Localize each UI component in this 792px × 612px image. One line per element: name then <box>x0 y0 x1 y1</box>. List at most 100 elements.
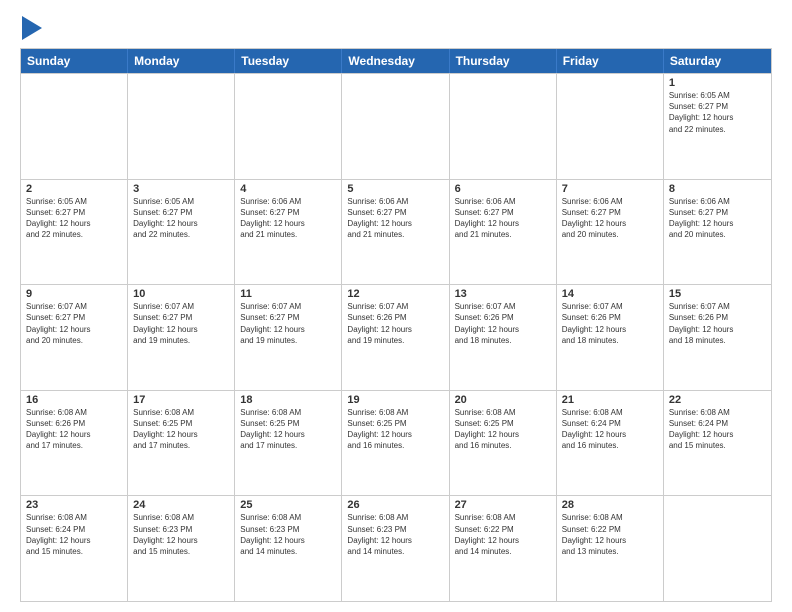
day-info: Sunrise: 6:08 AM Sunset: 6:25 PM Dayligh… <box>133 407 229 452</box>
calendar-body: 1Sunrise: 6:05 AM Sunset: 6:27 PM Daylig… <box>21 73 771 601</box>
day-info: Sunrise: 6:07 AM Sunset: 6:26 PM Dayligh… <box>347 301 443 346</box>
calendar-day-10: 10Sunrise: 6:07 AM Sunset: 6:27 PM Dayli… <box>128 285 235 390</box>
calendar-day-3: 3Sunrise: 6:05 AM Sunset: 6:27 PM Daylig… <box>128 180 235 285</box>
calendar-day-16: 16Sunrise: 6:08 AM Sunset: 6:26 PM Dayli… <box>21 391 128 496</box>
calendar-day-27: 27Sunrise: 6:08 AM Sunset: 6:22 PM Dayli… <box>450 496 557 601</box>
calendar-day-22: 22Sunrise: 6:08 AM Sunset: 6:24 PM Dayli… <box>664 391 771 496</box>
weekday-header-thursday: Thursday <box>450 49 557 73</box>
calendar-day-empty <box>557 74 664 179</box>
day-number: 23 <box>26 499 122 511</box>
day-number: 18 <box>240 394 336 406</box>
weekday-header-wednesday: Wednesday <box>342 49 449 73</box>
day-info: Sunrise: 6:08 AM Sunset: 6:25 PM Dayligh… <box>240 407 336 452</box>
calendar-day-18: 18Sunrise: 6:08 AM Sunset: 6:25 PM Dayli… <box>235 391 342 496</box>
calendar-day-8: 8Sunrise: 6:06 AM Sunset: 6:27 PM Daylig… <box>664 180 771 285</box>
day-info: Sunrise: 6:07 AM Sunset: 6:26 PM Dayligh… <box>669 301 766 346</box>
calendar-day-4: 4Sunrise: 6:06 AM Sunset: 6:27 PM Daylig… <box>235 180 342 285</box>
calendar-day-empty <box>342 74 449 179</box>
calendar-day-2: 2Sunrise: 6:05 AM Sunset: 6:27 PM Daylig… <box>21 180 128 285</box>
day-info: Sunrise: 6:07 AM Sunset: 6:26 PM Dayligh… <box>562 301 658 346</box>
calendar: SundayMondayTuesdayWednesdayThursdayFrid… <box>20 48 772 602</box>
day-info: Sunrise: 6:08 AM Sunset: 6:23 PM Dayligh… <box>133 512 229 557</box>
day-number: 17 <box>133 394 229 406</box>
day-number: 5 <box>347 183 443 195</box>
day-info: Sunrise: 6:08 AM Sunset: 6:25 PM Dayligh… <box>347 407 443 452</box>
calendar-row-4: 16Sunrise: 6:08 AM Sunset: 6:26 PM Dayli… <box>21 390 771 496</box>
calendar-day-13: 13Sunrise: 6:07 AM Sunset: 6:26 PM Dayli… <box>450 285 557 390</box>
calendar-row-2: 2Sunrise: 6:05 AM Sunset: 6:27 PM Daylig… <box>21 179 771 285</box>
day-number: 19 <box>347 394 443 406</box>
weekday-header-monday: Monday <box>128 49 235 73</box>
day-info: Sunrise: 6:07 AM Sunset: 6:27 PM Dayligh… <box>133 301 229 346</box>
day-number: 16 <box>26 394 122 406</box>
day-info: Sunrise: 6:07 AM Sunset: 6:27 PM Dayligh… <box>26 301 122 346</box>
logo-icon <box>22 16 42 40</box>
day-info: Sunrise: 6:08 AM Sunset: 6:23 PM Dayligh… <box>347 512 443 557</box>
weekday-header-sunday: Sunday <box>21 49 128 73</box>
weekday-header-saturday: Saturday <box>664 49 771 73</box>
calendar-day-26: 26Sunrise: 6:08 AM Sunset: 6:23 PM Dayli… <box>342 496 449 601</box>
calendar-day-12: 12Sunrise: 6:07 AM Sunset: 6:26 PM Dayli… <box>342 285 449 390</box>
logo <box>20 16 42 40</box>
day-info: Sunrise: 6:08 AM Sunset: 6:24 PM Dayligh… <box>562 407 658 452</box>
calendar-row-3: 9Sunrise: 6:07 AM Sunset: 6:27 PM Daylig… <box>21 284 771 390</box>
calendar-day-empty <box>235 74 342 179</box>
calendar-day-19: 19Sunrise: 6:08 AM Sunset: 6:25 PM Dayli… <box>342 391 449 496</box>
calendar-row-5: 23Sunrise: 6:08 AM Sunset: 6:24 PM Dayli… <box>21 495 771 601</box>
calendar-day-21: 21Sunrise: 6:08 AM Sunset: 6:24 PM Dayli… <box>557 391 664 496</box>
calendar-day-24: 24Sunrise: 6:08 AM Sunset: 6:23 PM Dayli… <box>128 496 235 601</box>
day-number: 26 <box>347 499 443 511</box>
day-number: 4 <box>240 183 336 195</box>
calendar-day-empty <box>664 496 771 601</box>
weekday-header-friday: Friday <box>557 49 664 73</box>
calendar-day-empty <box>450 74 557 179</box>
day-number: 21 <box>562 394 658 406</box>
day-number: 11 <box>240 288 336 300</box>
calendar-day-empty <box>21 74 128 179</box>
day-number: 15 <box>669 288 766 300</box>
day-info: Sunrise: 6:05 AM Sunset: 6:27 PM Dayligh… <box>133 196 229 241</box>
day-number: 9 <box>26 288 122 300</box>
day-number: 20 <box>455 394 551 406</box>
day-number: 3 <box>133 183 229 195</box>
calendar-day-28: 28Sunrise: 6:08 AM Sunset: 6:22 PM Dayli… <box>557 496 664 601</box>
day-info: Sunrise: 6:07 AM Sunset: 6:26 PM Dayligh… <box>455 301 551 346</box>
day-number: 14 <box>562 288 658 300</box>
page: SundayMondayTuesdayWednesdayThursdayFrid… <box>0 0 792 612</box>
day-number: 12 <box>347 288 443 300</box>
day-info: Sunrise: 6:08 AM Sunset: 6:23 PM Dayligh… <box>240 512 336 557</box>
day-number: 8 <box>669 183 766 195</box>
calendar-day-25: 25Sunrise: 6:08 AM Sunset: 6:23 PM Dayli… <box>235 496 342 601</box>
header <box>20 16 772 40</box>
calendar-day-20: 20Sunrise: 6:08 AM Sunset: 6:25 PM Dayli… <box>450 391 557 496</box>
day-info: Sunrise: 6:08 AM Sunset: 6:24 PM Dayligh… <box>669 407 766 452</box>
calendar-header: SundayMondayTuesdayWednesdayThursdayFrid… <box>21 49 771 73</box>
calendar-day-6: 6Sunrise: 6:06 AM Sunset: 6:27 PM Daylig… <box>450 180 557 285</box>
day-number: 28 <box>562 499 658 511</box>
day-number: 7 <box>562 183 658 195</box>
day-number: 22 <box>669 394 766 406</box>
calendar-day-17: 17Sunrise: 6:08 AM Sunset: 6:25 PM Dayli… <box>128 391 235 496</box>
calendar-day-15: 15Sunrise: 6:07 AM Sunset: 6:26 PM Dayli… <box>664 285 771 390</box>
day-number: 1 <box>669 77 766 89</box>
calendar-row-1: 1Sunrise: 6:05 AM Sunset: 6:27 PM Daylig… <box>21 73 771 179</box>
weekday-header-tuesday: Tuesday <box>235 49 342 73</box>
day-number: 13 <box>455 288 551 300</box>
calendar-day-23: 23Sunrise: 6:08 AM Sunset: 6:24 PM Dayli… <box>21 496 128 601</box>
day-info: Sunrise: 6:06 AM Sunset: 6:27 PM Dayligh… <box>240 196 336 241</box>
day-number: 6 <box>455 183 551 195</box>
day-info: Sunrise: 6:06 AM Sunset: 6:27 PM Dayligh… <box>455 196 551 241</box>
day-info: Sunrise: 6:08 AM Sunset: 6:25 PM Dayligh… <box>455 407 551 452</box>
day-info: Sunrise: 6:06 AM Sunset: 6:27 PM Dayligh… <box>347 196 443 241</box>
day-number: 10 <box>133 288 229 300</box>
calendar-day-7: 7Sunrise: 6:06 AM Sunset: 6:27 PM Daylig… <box>557 180 664 285</box>
day-info: Sunrise: 6:05 AM Sunset: 6:27 PM Dayligh… <box>669 90 766 135</box>
calendar-day-9: 9Sunrise: 6:07 AM Sunset: 6:27 PM Daylig… <box>21 285 128 390</box>
day-number: 25 <box>240 499 336 511</box>
day-info: Sunrise: 6:08 AM Sunset: 6:22 PM Dayligh… <box>455 512 551 557</box>
day-number: 27 <box>455 499 551 511</box>
calendar-day-14: 14Sunrise: 6:07 AM Sunset: 6:26 PM Dayli… <box>557 285 664 390</box>
day-number: 2 <box>26 183 122 195</box>
day-info: Sunrise: 6:08 AM Sunset: 6:22 PM Dayligh… <box>562 512 658 557</box>
day-info: Sunrise: 6:05 AM Sunset: 6:27 PM Dayligh… <box>26 196 122 241</box>
